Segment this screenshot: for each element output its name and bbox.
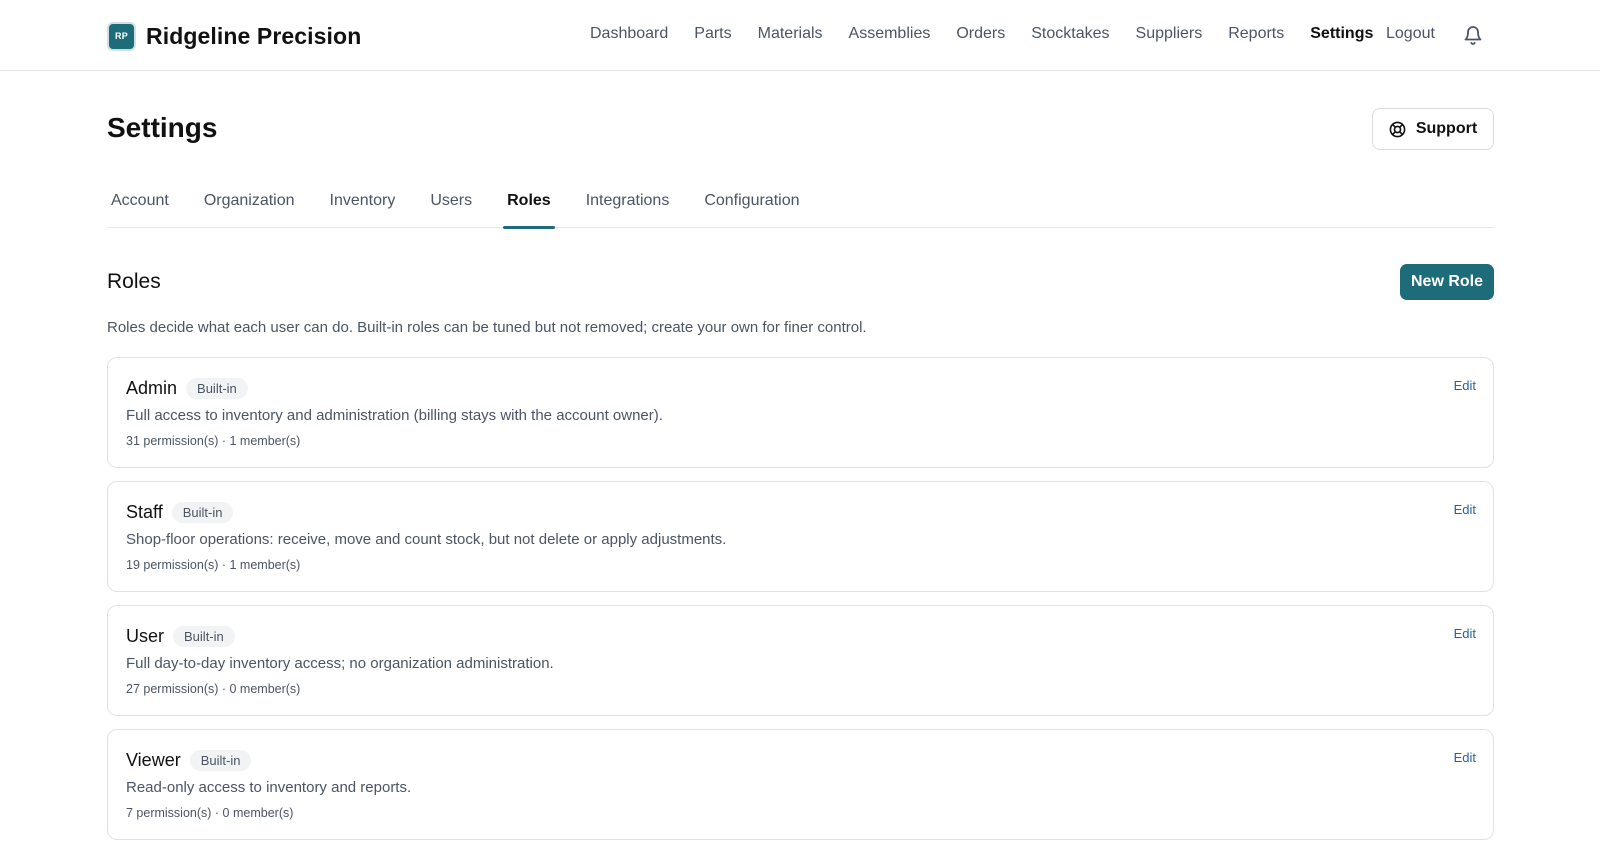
nav-item-settings[interactable]: Settings [1310,25,1373,43]
new-role-button[interactable]: New Role [1400,264,1494,300]
tab-configuration[interactable]: Configuration [700,188,803,228]
tab-account[interactable]: Account [107,188,173,228]
edit-role-link[interactable]: Edit [1454,378,1476,393]
bell-icon[interactable] [1463,25,1483,47]
roles-description: Roles decide what each user can do. Buil… [107,319,867,336]
role-card-user: User Built-in Full day-to-day inventory … [107,605,1494,716]
nav-item-materials[interactable]: Materials [758,25,823,43]
tab-users[interactable]: Users [426,188,476,228]
role-name: Staff [126,502,163,522]
tab-organization[interactable]: Organization [200,188,299,228]
built-in-badge: Built-in [171,502,234,523]
nav-item-suppliers[interactable]: Suppliers [1136,25,1203,43]
nav-item-orders[interactable]: Orders [956,25,1005,43]
support-button-label: Support [1415,120,1478,137]
top-navigation-bar: RP Ridgeline Precision Dashboard Parts M… [0,0,1600,71]
role-description: Read-only access to inventory and report… [126,779,412,796]
role-name: Viewer [126,750,181,770]
support-button[interactable]: Support [1372,108,1494,150]
brand-name: Ridgeline Precision [146,22,362,49]
role-description: Shop-floor operations: receive, move and… [126,531,727,548]
role-description: Full access to inventory and administrat… [126,407,663,424]
nav-item-dashboard[interactable]: Dashboard [590,25,668,43]
role-name: User [126,626,165,646]
nav-item-stocktakes[interactable]: Stocktakes [1031,25,1109,43]
lifebuoy-icon [1389,121,1416,138]
role-description: Full day-to-day inventory access; no org… [126,655,554,672]
edit-role-link[interactable]: Edit [1454,750,1476,765]
nav-item-reports[interactable]: Reports [1228,25,1284,43]
tab-roles[interactable]: Roles [503,188,555,229]
role-meta: 7 permission(s) · 0 member(s) [126,806,294,820]
logout-link[interactable]: Logout [1386,25,1435,43]
nav-item-parts[interactable]: Parts [694,25,731,43]
built-in-badge: Built-in [186,378,248,399]
nav-item-assemblies[interactable]: Assemblies [849,25,931,43]
main-nav: Dashboard Parts Materials Assemblies Ord… [590,22,1399,46]
roles-section-title: Roles [107,270,161,293]
edit-role-link[interactable]: Edit [1454,626,1476,641]
role-meta: 19 permission(s) · 1 member(s) [126,558,301,572]
role-header: Staff Built-in [126,502,234,523]
role-header: User Built-in [126,626,235,647]
role-card-staff: Staff Built-in Shop-floor operations: re… [107,481,1494,592]
role-header: Admin Built-in [126,378,248,399]
role-card-viewer: Viewer Built-in Read-only access to inve… [107,729,1494,840]
tab-integrations[interactable]: Integrations [582,188,674,228]
role-meta: 31 permission(s) · 1 member(s) [126,434,301,448]
role-card-admin: Admin Built-in Full access to inventory … [107,357,1494,468]
brand[interactable]: RP Ridgeline Precision [107,20,361,52]
brand-logo: RP [107,21,136,51]
built-in-badge: Built-in [173,626,235,647]
role-header: Viewer Built-in [126,750,252,771]
built-in-badge: Built-in [189,750,252,771]
tab-inventory[interactable]: Inventory [326,188,400,228]
edit-role-link[interactable]: Edit [1454,502,1476,517]
role-list: Admin Built-in Full access to inventory … [107,357,1494,853]
settings-tabs: Account Organization Inventory Users Rol… [107,188,1494,229]
page-title: Settings [107,112,218,143]
role-name: Admin [126,378,178,398]
role-meta: 27 permission(s) · 0 member(s) [126,682,301,696]
